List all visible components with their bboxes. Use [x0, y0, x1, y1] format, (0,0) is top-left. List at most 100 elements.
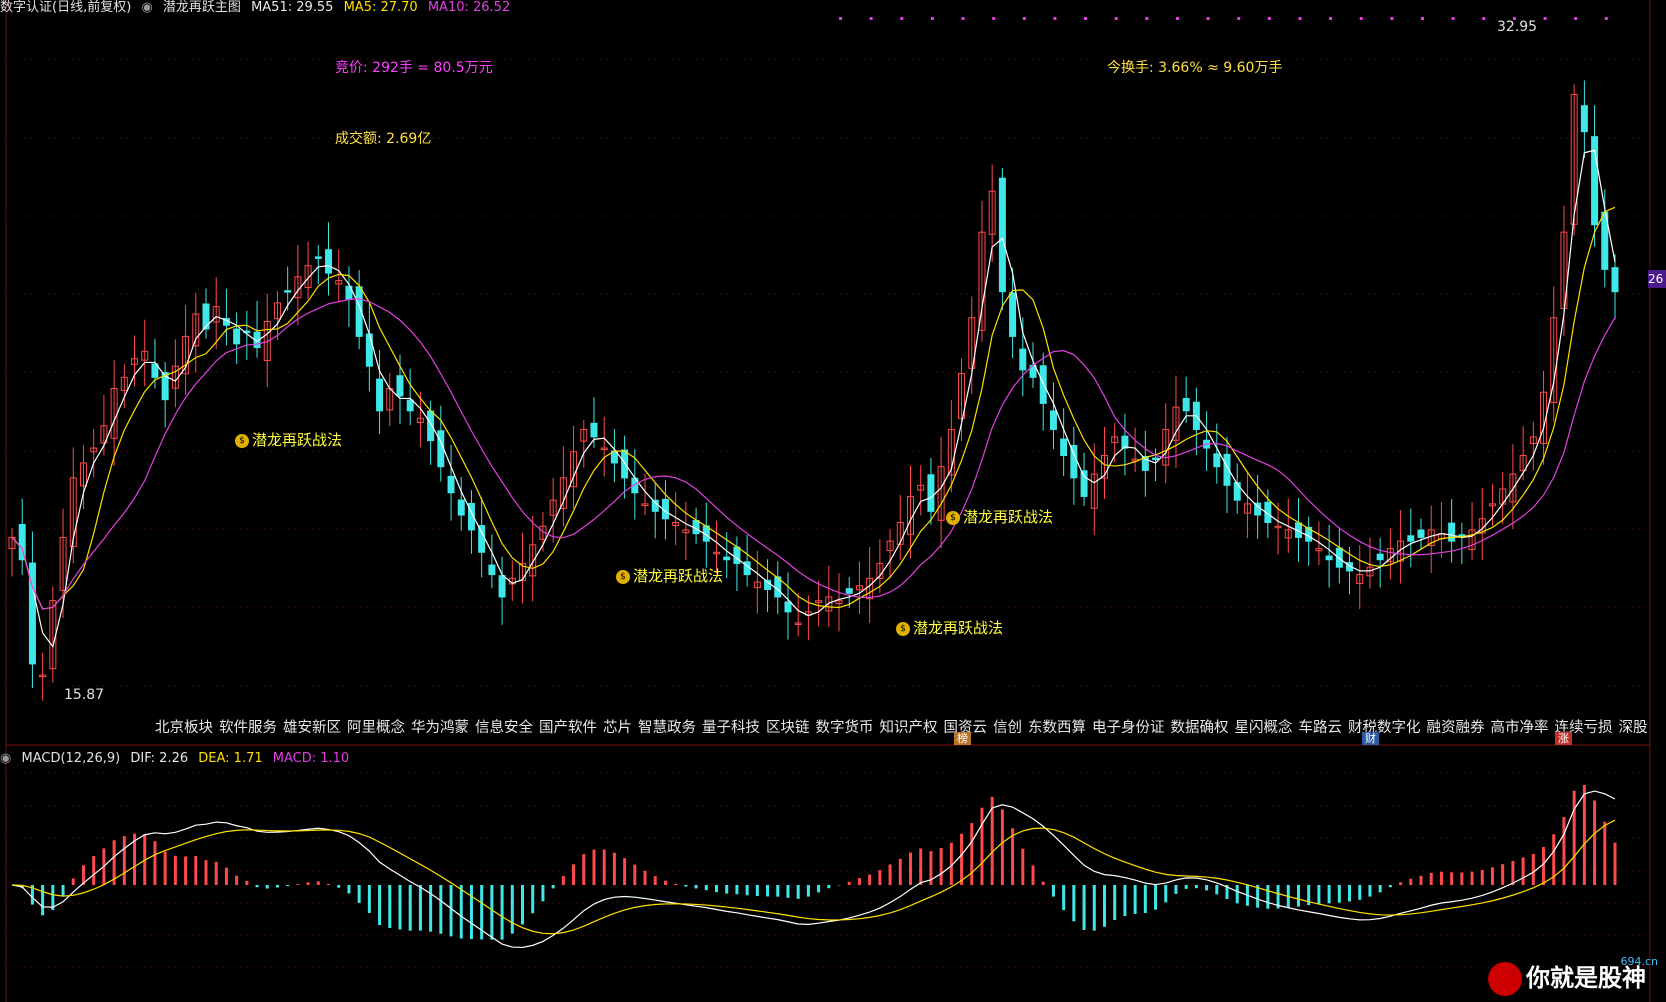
signal-dot	[1053, 17, 1057, 20]
concept-tag[interactable]: 信息安全	[475, 720, 533, 736]
chart-header: 数字认证(日线,前复权) ◉ 潜龙再跃主图 MA51: 29.55 MA5: 2…	[0, 0, 516, 16]
signal-dot	[1267, 17, 1271, 20]
signal-dot	[1390, 17, 1394, 20]
auction-info: 竞价: 292手 = 80.5万元	[335, 60, 493, 76]
logo-icon	[1488, 962, 1522, 996]
ma5-value: MA5: 27.70	[343, 0, 418, 15]
concept-tag[interactable]: 融资融券	[1427, 720, 1485, 736]
concept-tag[interactable]: 信创	[993, 720, 1022, 736]
signal-dot	[1298, 17, 1302, 20]
candle-body	[998, 177, 1006, 293]
right-price-tag: 26	[1648, 270, 1666, 288]
concept-tag[interactable]: 芯片	[603, 720, 632, 736]
concept-tag[interactable]: 智慧政务	[638, 720, 696, 736]
concept-tag[interactable]: 数据确权	[1171, 720, 1229, 736]
concept-tag[interactable]: 财税数字化	[1348, 720, 1421, 736]
signal-dot	[869, 17, 873, 20]
dea-line	[11, 819, 1616, 935]
candle-body	[590, 422, 598, 438]
turnover-info: 今换手: 3.66% ≈ 9.60万手	[1107, 60, 1283, 76]
candle-body	[396, 375, 404, 397]
candle-body	[1060, 438, 1068, 456]
signal-dot	[1421, 17, 1425, 20]
candle-body	[365, 333, 373, 367]
signal-label: $ 潜龙再跃战法	[946, 506, 1053, 527]
concept-tag[interactable]: 东数西算	[1028, 720, 1086, 736]
candle-body	[1233, 482, 1241, 501]
candle-body	[233, 328, 241, 345]
dif-line	[11, 790, 1616, 949]
concept-tag[interactable]: 雄安新区	[283, 720, 341, 736]
signal-dot	[839, 17, 843, 20]
signal-dot	[1114, 17, 1118, 20]
money-bag-icon: $	[946, 510, 960, 525]
macd-dropdown-icon[interactable]: ◉	[0, 751, 11, 766]
badge-list[interactable]: 榜	[954, 732, 971, 745]
concept-tag[interactable]: 华为鸿蒙	[411, 720, 469, 736]
concept-tags: 北京板块 软件服务 雄安新区 阿里概念 华为鸿蒙 信息安全 国产软件 芯片 智慧政务 量子科技 区块…	[155, 716, 1654, 737]
macd-value: MACD: 1.10	[272, 751, 350, 766]
candle-body	[723, 556, 731, 561]
candle-body	[437, 430, 445, 468]
dropdown-icon[interactable]: ◉	[141, 0, 152, 15]
dif-value: DIF: 2.26	[130, 751, 189, 766]
ma51-value: MA51: 29.55	[251, 0, 334, 15]
badge-limit-up[interactable]: 涨	[1555, 732, 1572, 745]
low-price-label: 15.87	[64, 687, 105, 703]
concept-tag[interactable]: 星闪概念	[1235, 720, 1293, 736]
ma5-line	[11, 149, 1616, 648]
signal-dot	[930, 17, 934, 20]
signal-dot	[992, 17, 996, 20]
candle-body	[314, 256, 322, 259]
candle-body	[325, 249, 333, 274]
concept-tag[interactable]: 北京板块	[155, 720, 213, 736]
candle-body	[1325, 555, 1333, 561]
signal-dot	[1206, 17, 1210, 20]
high-price-label: 32.95	[1497, 19, 1538, 35]
signal-dot	[1574, 17, 1578, 20]
candle-body	[1019, 348, 1027, 371]
signal-dot	[1084, 17, 1088, 20]
signal-dot	[900, 17, 904, 20]
concept-tag[interactable]: 阿里概念	[347, 720, 405, 736]
candle-body	[1407, 535, 1415, 542]
signal-dot	[1145, 17, 1149, 20]
candle-body	[1611, 267, 1619, 293]
stock-title[interactable]: 数字认证(日线,前复权)	[0, 0, 131, 15]
concept-tag[interactable]: 量子科技	[702, 720, 760, 736]
candle-body	[1580, 105, 1588, 133]
candle-body	[284, 290, 292, 293]
signal-dot	[1451, 17, 1455, 20]
money-bag-icon: $	[616, 569, 630, 584]
candle-body	[1152, 457, 1160, 461]
concept-tag[interactable]: 区块链	[766, 720, 810, 736]
signal-dot	[961, 17, 965, 20]
dea-value: DEA: 1.71	[198, 751, 263, 766]
money-bag-icon: $	[896, 621, 910, 636]
candle-body	[488, 564, 496, 576]
candle-body	[498, 575, 506, 598]
badge-finance[interactable]: 财	[1362, 732, 1379, 745]
concept-tag[interactable]: 数字货币	[816, 720, 874, 736]
candle-body	[406, 399, 414, 412]
concept-tag[interactable]: 软件服务	[219, 720, 277, 736]
indicator-name[interactable]: 潜龙再跃主图	[163, 0, 241, 15]
signal-dot	[1543, 17, 1547, 20]
concept-tag[interactable]: 深股	[1619, 720, 1648, 736]
candle-body	[784, 601, 792, 613]
signal-dot	[1329, 17, 1333, 20]
macd-name[interactable]: MACD(12,26,9)	[21, 751, 120, 766]
candle-body	[1213, 453, 1221, 468]
candle-body	[1182, 398, 1190, 412]
concept-tag[interactable]: 国产软件	[539, 720, 597, 736]
concept-tag[interactable]: 知识产权	[880, 720, 938, 736]
candle-body	[1376, 553, 1384, 561]
kline-chart[interactable]	[0, 0, 1666, 1002]
signal-dot	[1175, 17, 1179, 20]
concept-tag[interactable]: 高市净率	[1491, 720, 1549, 736]
candle-body	[1448, 522, 1456, 542]
candle-body	[1009, 292, 1017, 337]
concept-tag[interactable]: 车路云	[1299, 720, 1343, 736]
concept-tag[interactable]: 电子身份证	[1092, 720, 1165, 736]
money-bag-icon: $	[235, 433, 249, 448]
